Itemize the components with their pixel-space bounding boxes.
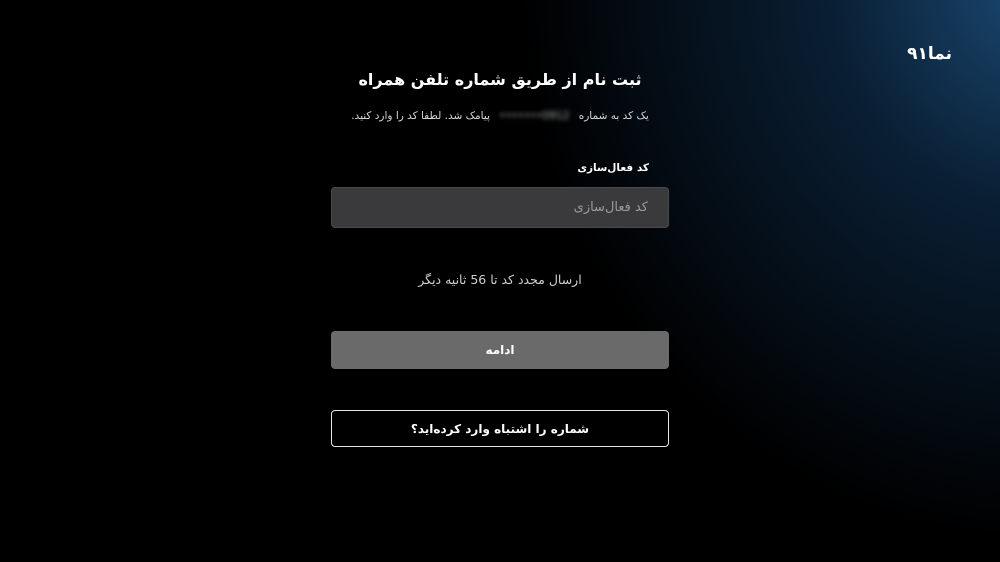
page-title: ثبت نام از طریق شماره تلفن همراه bbox=[358, 70, 642, 89]
instruction-text-after: پیامک شد. لطفا کد را وارد کنید. bbox=[351, 110, 490, 122]
instruction-text: یک کد به شماره ‎0912••••••• پیامک شد. لط… bbox=[0, 110, 1000, 122]
masked-phone-number: ‎0912••••••• bbox=[499, 110, 570, 122]
continue-button[interactable]: ادامه bbox=[331, 331, 669, 369]
wrong-number-button[interactable]: شماره را اشتباه وارد کرده‌اید؟ bbox=[331, 410, 669, 447]
brand-logo: نما۹۱ bbox=[907, 44, 952, 64]
resend-code-countdown: ارسال مجدد کد تا 56 ثانیه دیگر bbox=[418, 272, 582, 287]
activation-code-input[interactable] bbox=[331, 187, 669, 228]
instruction-text-before: یک کد به شماره bbox=[578, 110, 649, 122]
activation-code-label: کد فعال‌سازی bbox=[577, 162, 649, 174]
